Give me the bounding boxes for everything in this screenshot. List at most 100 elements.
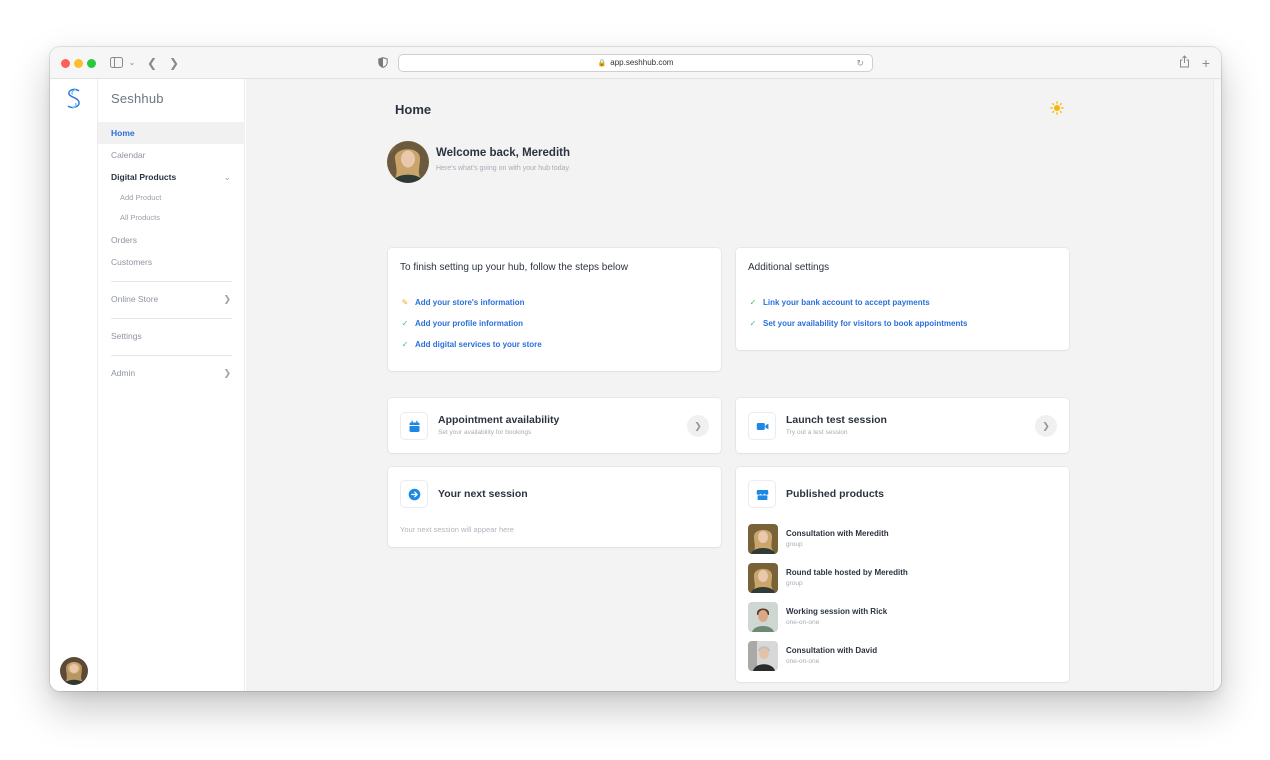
back-arrow-icon[interactable]: ❮: [146, 55, 158, 71]
privacy-shield-icon[interactable]: [378, 55, 390, 71]
tile-title: Your next session: [438, 488, 528, 500]
product-name: Consultation with Meredith: [786, 529, 889, 538]
tile-title: Launch test session: [786, 414, 887, 426]
sidebar-item-label: Home: [111, 128, 135, 138]
step-profile-information[interactable]: ✓ Add your profile information: [400, 318, 523, 330]
sidebar-item-label: Customers: [111, 257, 153, 267]
sidebar-divider: [111, 318, 232, 319]
step-link-bank-account[interactable]: ✓ Link your bank account to accept paymen…: [748, 297, 930, 309]
setup-heading: To finish setting up your hub, follow th…: [400, 262, 628, 273]
step-digital-services[interactable]: ✓ Add digital services to your store: [400, 339, 542, 351]
launch-test-session-tile[interactable]: Launch test session Try out a test sessi…: [736, 398, 1069, 453]
step-label: Set your availability for visitors to bo…: [763, 319, 968, 328]
sidebar-item-orders[interactable]: Orders: [98, 229, 245, 251]
chevron-right-icon: ❯: [223, 294, 231, 304]
product-item[interactable]: Consultation with David one-on-one: [748, 641, 1048, 673]
lock-icon: 🔒: [597, 60, 607, 67]
step-set-availability[interactable]: ✓ Set your availability for visitors to b…: [748, 318, 968, 330]
page-title: Home: [395, 102, 432, 117]
sidebar-item-calendar[interactable]: Calendar: [98, 144, 245, 166]
calendar-icon-box: [400, 412, 428, 440]
share-icon[interactable]: [1178, 55, 1190, 71]
sidebar-item-label: All Products: [120, 213, 161, 222]
sidebar: Seshhub Home Calendar Digital Products ⌄ …: [98, 79, 245, 691]
reload-icon[interactable]: ↻: [856, 55, 864, 71]
new-tab-icon[interactable]: +: [1200, 55, 1212, 71]
appointment-availability-tile[interactable]: Appointment availability Set your availa…: [388, 398, 721, 453]
address-bar[interactable]: 🔒 app.seshhub.com ↻: [398, 54, 873, 72]
sidebar-item-label: Orders: [111, 235, 137, 245]
sidebar-divider: [111, 281, 232, 282]
published-products-card: Published products Consultation with Mer…: [736, 467, 1069, 682]
sidebar-item-label: Digital Products: [111, 172, 177, 182]
browser-window: ⌄ ❮ ❯ 🔒 app.seshhub.com ↻ + Seshhub Home …: [50, 47, 1221, 691]
seshhub-logo-icon[interactable]: [65, 88, 83, 110]
empty-state-text: Your next session will appear here: [400, 525, 514, 534]
chevron-down-icon: ⌄: [223, 172, 231, 182]
sidebar-toggle-icon[interactable]: [110, 55, 124, 71]
product-name: Working session with Rick: [786, 607, 888, 616]
tile-subtitle: Try out a test session: [786, 429, 848, 436]
tile-title: Appointment availability: [438, 414, 560, 426]
video-camera-icon: [756, 423, 769, 430]
sidebar-item-label: Add Product: [120, 193, 162, 202]
product-thumbnail: [748, 641, 778, 671]
setup-steps-card: To finish setting up your hub, follow th…: [388, 248, 721, 371]
check-icon: ✓: [401, 319, 409, 328]
product-item[interactable]: Working session with Rick one-on-one: [748, 602, 1048, 634]
sidebar-item-settings[interactable]: Settings: [98, 325, 245, 347]
sidebar-item-add-product[interactable]: Add Product: [98, 188, 245, 208]
chevron-down-icon[interactable]: ⌄: [127, 55, 137, 71]
next-session-card: Your next session Your next session will…: [388, 467, 721, 547]
welcome-title: Welcome back, Meredith: [436, 147, 570, 159]
check-icon: ✓: [749, 298, 757, 307]
sidebar-item-all-products[interactable]: All Products: [98, 208, 245, 228]
sidebar-item-label: Admin: [111, 368, 136, 378]
sidebar-divider: [111, 355, 232, 356]
store-icon-box: [748, 480, 776, 508]
sidebar-item-online-store[interactable]: Online Store ❯: [98, 288, 245, 310]
tile-subtitle: Set your availability for bookings: [438, 429, 532, 436]
additional-heading: Additional settings: [748, 262, 830, 273]
product-thumbnail: [748, 563, 778, 593]
step-label: Add digital services to your store: [415, 340, 542, 349]
calendar-icon: [409, 420, 420, 432]
scrollbar-track[interactable]: [1213, 79, 1221, 691]
product-name: Round table hosted by Meredith: [786, 568, 908, 577]
pencil-icon: ✎: [401, 298, 409, 307]
product-type: group: [786, 580, 803, 587]
product-item[interactable]: Round table hosted by Meredith group: [748, 563, 1048, 595]
video-icon-box: [748, 412, 776, 440]
sidebar-item-customers[interactable]: Customers: [98, 251, 245, 273]
sidebar-item-admin[interactable]: Admin ❯: [98, 362, 245, 384]
arrow-icon-box: [400, 480, 428, 508]
sidebar-item-home[interactable]: Home: [98, 122, 245, 144]
store-icon: [756, 490, 769, 500]
product-item[interactable]: Consultation with Meredith group: [748, 524, 1048, 556]
step-store-information[interactable]: ✎ Add your store's information: [400, 297, 525, 309]
sidebar-item-label: Online Store: [111, 294, 159, 304]
chevron-right-icon[interactable]: ❯: [687, 415, 709, 437]
brand-name: Seshhub: [111, 91, 164, 106]
arrow-circle-right-icon: [408, 488, 421, 501]
close-window-button[interactable]: [61, 59, 70, 68]
sidebar-item-digital-products[interactable]: Digital Products ⌄: [98, 166, 245, 188]
user-avatar[interactable]: [60, 657, 88, 685]
step-label: Add your store's information: [415, 298, 525, 307]
browser-toolbar: ⌄ ❮ ❯ 🔒 app.seshhub.com ↻ +: [50, 47, 1221, 79]
forward-arrow-icon[interactable]: ❯: [168, 55, 180, 71]
sun-icon[interactable]: [1050, 101, 1064, 115]
check-icon: ✓: [749, 319, 757, 328]
minimize-window-button[interactable]: [74, 59, 83, 68]
step-label: Add your profile information: [415, 319, 523, 328]
main-content: Home Welcome back, Meredith Here's what'…: [246, 79, 1213, 691]
product-type: one-on-one: [786, 658, 820, 665]
app-rail: [50, 79, 98, 691]
zoom-window-button[interactable]: [87, 59, 96, 68]
chevron-right-icon[interactable]: ❯: [1035, 415, 1057, 437]
product-type: one-on-one: [786, 619, 820, 626]
tile-title: Published products: [786, 488, 885, 500]
welcome-subtitle: Here's what's going on with your hub tod…: [436, 165, 571, 172]
profile-avatar: [387, 141, 429, 183]
product-name: Consultation with David: [786, 646, 878, 655]
